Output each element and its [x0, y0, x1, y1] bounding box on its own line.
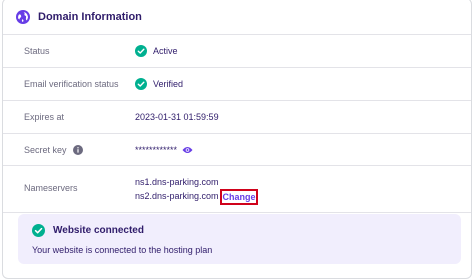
nameserver-1: ns1.dns-parking.com — [135, 177, 219, 187]
secret-key-label: Secret key — [24, 144, 67, 155]
secret-key-row: Secret key ************ — [3, 134, 471, 166]
secret-key-label-group: Secret key — [24, 144, 83, 155]
eye-icon[interactable] — [182, 146, 193, 154]
connected-description: Your website is connected to the hosting… — [32, 245, 213, 255]
connected-title: Website connected — [53, 225, 144, 236]
website-connected-notice: Website connected Your website is connec… — [18, 214, 461, 264]
info-icon[interactable] — [72, 144, 83, 155]
email-verification-value: Verified — [135, 78, 183, 90]
status-label: Status — [24, 46, 50, 56]
status-row: Status Active — [3, 35, 471, 68]
expires-value: 2023-01-31 01:59:59 — [135, 112, 219, 122]
check-circle-icon — [32, 224, 45, 237]
change-nameservers-button[interactable]: Change — [220, 189, 258, 205]
connected-title-group: Website connected — [32, 224, 144, 237]
panel-title: Domain Information — [38, 10, 142, 23]
status-text: Active — [153, 46, 178, 56]
check-circle-icon — [135, 45, 147, 57]
check-circle-icon — [135, 78, 147, 90]
email-verification-label: Email verification status — [24, 79, 119, 89]
email-verification-row: Email verification status Verified — [3, 68, 471, 101]
nameserver-2: ns2.dns-parking.com — [135, 191, 219, 201]
nameservers-label: Nameservers — [24, 183, 78, 193]
email-verification-text: Verified — [153, 79, 184, 89]
status-value: Active — [135, 45, 178, 57]
secret-key-masked: ************ — [135, 144, 178, 155]
nameservers-row: Nameservers ns1.dns-parking.com ns2.dns-… — [3, 166, 471, 213]
domain-information-panel: Domain Information Status Active Email v… — [2, 0, 472, 279]
nameserver-list: ns1.dns-parking.com ns2.dns-parking.com — [135, 175, 219, 203]
panel-header: Domain Information — [3, 0, 471, 35]
expires-row: Expires at 2023-01-31 01:59:59 — [3, 101, 471, 134]
expires-label: Expires at — [24, 112, 65, 122]
globe-icon — [16, 10, 30, 24]
secret-key-value: ************ — [135, 145, 193, 155]
